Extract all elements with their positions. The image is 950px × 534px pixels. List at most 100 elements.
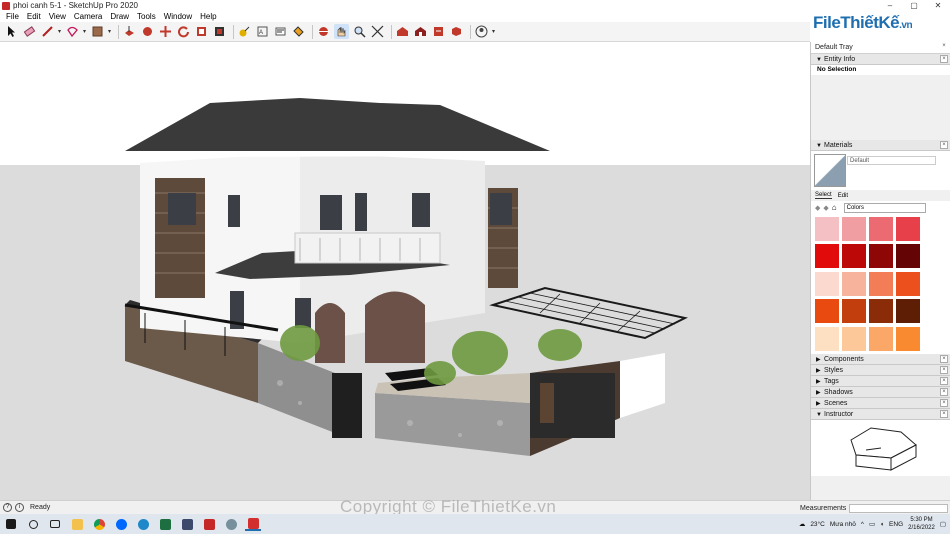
send-to-layout-icon[interactable] bbox=[431, 24, 446, 39]
text-tool-icon[interactable] bbox=[273, 24, 288, 39]
3d-warehouse-icon[interactable] bbox=[395, 24, 410, 39]
network-icon[interactable]: ▭ bbox=[869, 520, 875, 528]
file-explorer-icon[interactable] bbox=[69, 517, 85, 531]
color-swatch[interactable] bbox=[869, 271, 893, 296]
materials-panel-header[interactable]: ▼ Materials × bbox=[811, 140, 950, 151]
maximize-button[interactable]: ▢ bbox=[902, 0, 926, 11]
orbit-tool-icon[interactable] bbox=[316, 24, 331, 39]
shadows-panel-header[interactable]: ▶ Shadows × bbox=[811, 387, 950, 398]
panel-close-icon[interactable]: × bbox=[940, 410, 948, 418]
menu-view[interactable]: View bbox=[45, 11, 70, 22]
color-swatch[interactable] bbox=[869, 217, 893, 241]
push-pull-tool-icon[interactable] bbox=[122, 24, 137, 39]
color-swatch[interactable] bbox=[842, 244, 866, 269]
profile-icon[interactable] bbox=[474, 24, 489, 39]
rotate-tool-icon[interactable] bbox=[176, 24, 191, 39]
instructor-panel-header[interactable]: ▼ Instructor × bbox=[811, 409, 950, 420]
dimension-tool-icon[interactable]: A bbox=[255, 24, 270, 39]
tags-panel-header[interactable]: ▶ Tags × bbox=[811, 376, 950, 387]
pan-tool-icon[interactable] bbox=[334, 24, 349, 39]
color-swatch[interactable] bbox=[896, 299, 920, 324]
acrobat-icon[interactable] bbox=[201, 517, 217, 531]
move-tool-icon[interactable] bbox=[158, 24, 173, 39]
line-tool-icon[interactable] bbox=[40, 24, 55, 39]
rectangle-tool-icon[interactable] bbox=[90, 24, 105, 39]
color-swatch[interactable] bbox=[815, 271, 839, 296]
chrome-icon[interactable] bbox=[91, 517, 107, 531]
volume-icon[interactable]: ◖ bbox=[880, 521, 884, 528]
excel-icon[interactable] bbox=[157, 517, 173, 531]
forward-arrow-icon[interactable]: ◆ bbox=[823, 204, 828, 212]
info-icon[interactable]: i bbox=[15, 503, 24, 512]
panel-close-icon[interactable]: × bbox=[940, 399, 948, 407]
extension-manager-icon[interactable] bbox=[449, 24, 464, 39]
back-arrow-icon[interactable]: ◆ bbox=[815, 204, 820, 212]
menu-file[interactable]: File bbox=[2, 11, 23, 22]
color-swatch[interactable] bbox=[842, 326, 866, 351]
search-icon[interactable] bbox=[25, 517, 41, 531]
close-button[interactable]: ✕ bbox=[926, 0, 950, 11]
language-indicator[interactable]: ENG bbox=[889, 521, 903, 528]
tab-select[interactable]: Select bbox=[815, 192, 832, 199]
shape-dropdown-icon[interactable]: ▾ bbox=[83, 28, 88, 35]
menu-draw[interactable]: Draw bbox=[106, 11, 133, 22]
tape-measure-icon[interactable] bbox=[237, 24, 252, 39]
menu-camera[interactable]: Camera bbox=[70, 11, 106, 22]
home-icon[interactable]: ⌂ bbox=[832, 203, 837, 212]
start-icon[interactable] bbox=[3, 517, 19, 531]
line-dropdown-icon[interactable]: ▾ bbox=[58, 28, 63, 35]
color-swatch[interactable] bbox=[842, 217, 866, 241]
notifications-icon[interactable]: ▢ bbox=[940, 520, 946, 528]
weather-temp[interactable]: 23°C bbox=[810, 521, 825, 528]
color-swatch[interactable] bbox=[815, 244, 839, 269]
zoom-extents-icon[interactable] bbox=[370, 24, 385, 39]
calculator-icon[interactable] bbox=[179, 517, 195, 531]
tray-chevron-icon[interactable]: ^ bbox=[861, 521, 864, 528]
profile-dropdown-icon[interactable]: ▾ bbox=[492, 28, 497, 35]
eraser-tool-icon[interactable] bbox=[22, 24, 37, 39]
tray-close-icon[interactable]: × bbox=[940, 43, 948, 51]
drawing-viewport[interactable] bbox=[0, 43, 810, 500]
clock[interactable]: 5:30 PM 2/16/2022 bbox=[908, 516, 935, 532]
help-icon[interactable]: ? bbox=[3, 503, 12, 512]
scale-tool-icon[interactable] bbox=[194, 24, 209, 39]
zoom-tool-icon[interactable] bbox=[352, 24, 367, 39]
color-swatch[interactable] bbox=[869, 299, 893, 324]
panel-close-icon[interactable]: × bbox=[940, 377, 948, 385]
color-swatch[interactable] bbox=[842, 271, 866, 296]
panel-close-icon[interactable]: × bbox=[940, 55, 948, 63]
minimize-button[interactable]: – bbox=[878, 0, 902, 11]
color-swatch[interactable] bbox=[815, 299, 839, 324]
offset-tool-icon[interactable] bbox=[212, 24, 227, 39]
components-panel-header[interactable]: ▶ Components × bbox=[811, 354, 950, 365]
tab-edit[interactable]: Edit bbox=[838, 193, 848, 199]
library-select[interactable]: Colors bbox=[843, 202, 926, 213]
weather-text[interactable]: Mưa nhỏ bbox=[830, 521, 856, 528]
select-tool-icon[interactable] bbox=[4, 24, 19, 39]
panel-close-icon[interactable]: × bbox=[940, 141, 948, 149]
menu-edit[interactable]: Edit bbox=[23, 11, 45, 22]
color-swatch[interactable] bbox=[869, 326, 893, 351]
color-swatch[interactable] bbox=[896, 217, 920, 241]
color-swatch[interactable] bbox=[896, 244, 920, 269]
color-swatch[interactable] bbox=[815, 217, 839, 241]
menu-tools[interactable]: Tools bbox=[133, 11, 160, 22]
color-swatch[interactable] bbox=[842, 299, 866, 324]
sketchup-taskbar-icon[interactable] bbox=[245, 517, 261, 531]
panel-close-icon[interactable]: × bbox=[940, 366, 948, 374]
task-view-icon[interactable] bbox=[47, 517, 63, 531]
paint-bucket-icon[interactable] bbox=[291, 24, 306, 39]
panel-close-icon[interactable]: × bbox=[940, 355, 948, 363]
color-swatch[interactable] bbox=[815, 326, 839, 351]
panel-close-icon[interactable]: × bbox=[940, 388, 948, 396]
rectangle-dropdown-icon[interactable]: ▾ bbox=[108, 28, 113, 35]
color-swatch[interactable] bbox=[896, 326, 920, 351]
edge-icon[interactable] bbox=[135, 517, 151, 531]
entity-info-panel-header[interactable]: ▼ Entity Info × bbox=[811, 54, 950, 65]
paint-icon[interactable] bbox=[223, 517, 239, 531]
shape-tool-icon[interactable] bbox=[65, 24, 80, 39]
styles-panel-header[interactable]: ▶ Styles × bbox=[811, 365, 950, 376]
extension-warehouse-icon[interactable] bbox=[413, 24, 428, 39]
color-swatch[interactable] bbox=[869, 244, 893, 269]
menu-help[interactable]: Help bbox=[196, 11, 220, 22]
